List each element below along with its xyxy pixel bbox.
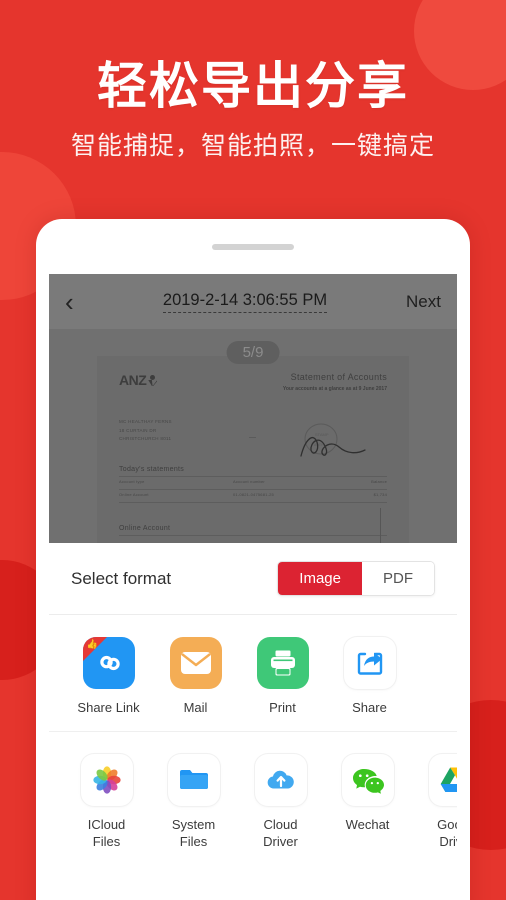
share-target-system-files[interactable]: System Files <box>150 753 237 851</box>
document-name-field[interactable]: 2019-2-14 3:06:55 PM <box>162 291 328 313</box>
share-target-wechat[interactable]: Wechat <box>324 753 411 851</box>
share-target-label: System Files <box>171 816 216 850</box>
format-option-pdf[interactable]: PDF <box>362 562 434 595</box>
scanned-document-page: ANZ Statement of Accounts Your accounts … <box>97 356 409 543</box>
share-target-label: Cloud Driver <box>263 816 298 850</box>
cloud-upload-icon <box>254 753 307 806</box>
document-subtitle: Your accounts at a glance as at 9 June 2… <box>282 386 387 392</box>
format-option-image[interactable]: Image <box>278 562 362 595</box>
share-target-icloud-files[interactable]: ICloud Files <box>63 753 150 851</box>
select-format-row: Select format Image PDF <box>49 543 457 615</box>
table-bottom-rule <box>119 501 387 503</box>
share-target-label: Wechat <box>345 816 390 832</box>
wechat-icon <box>341 753 394 806</box>
anz-logo: ANZ <box>119 372 158 388</box>
anz-mark-icon <box>147 375 158 386</box>
format-segmented-control[interactable]: Image PDF <box>277 561 435 596</box>
document-section-statements: Today's statements Account type Account … <box>119 466 387 503</box>
section-2-rule <box>119 534 387 536</box>
signature-icon: STAMP AUTH <box>300 423 366 457</box>
share-target-label: Googl Drive <box>437 816 457 850</box>
share-target-mail[interactable]: Mail <box>152 637 239 717</box>
promo-headline-block: 轻松导出分享 智能捕捉，智能拍照，一键搞定 <box>0 60 506 161</box>
envelope-icon <box>169 637 222 689</box>
table-row: Online Account 01-0821-0475681-25 $1,734 <box>119 491 387 497</box>
navigation-title-wrap: 2019-2-14 3:06:55 PM <box>95 291 395 313</box>
phone-mockup: ‹ 2019-2-14 3:06:55 PM Next 5/9 ANZ Stat… <box>36 219 470 900</box>
phone-speaker <box>212 244 294 250</box>
share-target-label: Print <box>269 700 296 715</box>
share-target-label: Mail <box>183 700 208 715</box>
document-title: Statement of Accounts <box>290 372 387 382</box>
printer-icon <box>256 637 309 689</box>
page-counter-badge: 5/9 <box>226 341 280 364</box>
promo-title: 轻松导出分享 <box>97 58 409 114</box>
share-target-label: Share <box>352 700 387 715</box>
share-targets-row-2: ICloud Files System Files Cloud Driver W… <box>49 730 457 865</box>
share-target-cloud-driver[interactable]: Cloud Driver <box>237 753 324 851</box>
next-button[interactable]: Next <box>395 292 441 312</box>
document-dash-mark: — <box>249 434 256 441</box>
section-title: Today's statements <box>119 465 185 473</box>
share-target-google-drive[interactable]: Googl Drive <box>411 753 457 851</box>
share-target-share-link[interactable]: 👍 Share Link <box>65 637 152 717</box>
photos-flower-icon <box>80 753 133 806</box>
share-target-share[interactable]: Share <box>326 637 413 717</box>
app-screen: ‹ 2019-2-14 3:06:55 PM Next 5/9 ANZ Stat… <box>49 274 457 900</box>
chain-link-icon: 👍 <box>82 637 135 689</box>
table-header-row: Account type Account number Balance <box>119 478 387 484</box>
thumb-up-icon: 👍 <box>86 639 98 649</box>
document-section-online-account: Online Account <box>119 525 387 536</box>
folder-icon <box>167 753 220 806</box>
svg-text:AUTH: AUTH <box>314 443 324 447</box>
section-title-2: Online Account <box>119 524 171 532</box>
share-target-label: Share Link <box>77 700 140 715</box>
share-target-label: ICloud Files <box>87 816 126 850</box>
google-drive-icon <box>428 753 457 806</box>
svg-text:STAMP: STAMP <box>315 432 329 437</box>
share-targets-row-1: 👍 Share Link Mail Print Share <box>49 615 457 731</box>
share-target-print[interactable]: Print <box>239 637 326 717</box>
promo-subtitle: 智能捕捉，智能拍照，一键搞定 <box>70 131 435 160</box>
chevron-left-icon[interactable]: ‹ <box>65 289 95 315</box>
document-vertical-rule <box>380 508 381 543</box>
select-format-label: Select format <box>71 568 172 588</box>
share-arrow-icon <box>343 637 396 689</box>
document-preview[interactable]: 5/9 ANZ Statement of Accounts Your accou… <box>49 329 457 543</box>
navigation-bar: ‹ 2019-2-14 3:06:55 PM Next <box>49 274 457 329</box>
